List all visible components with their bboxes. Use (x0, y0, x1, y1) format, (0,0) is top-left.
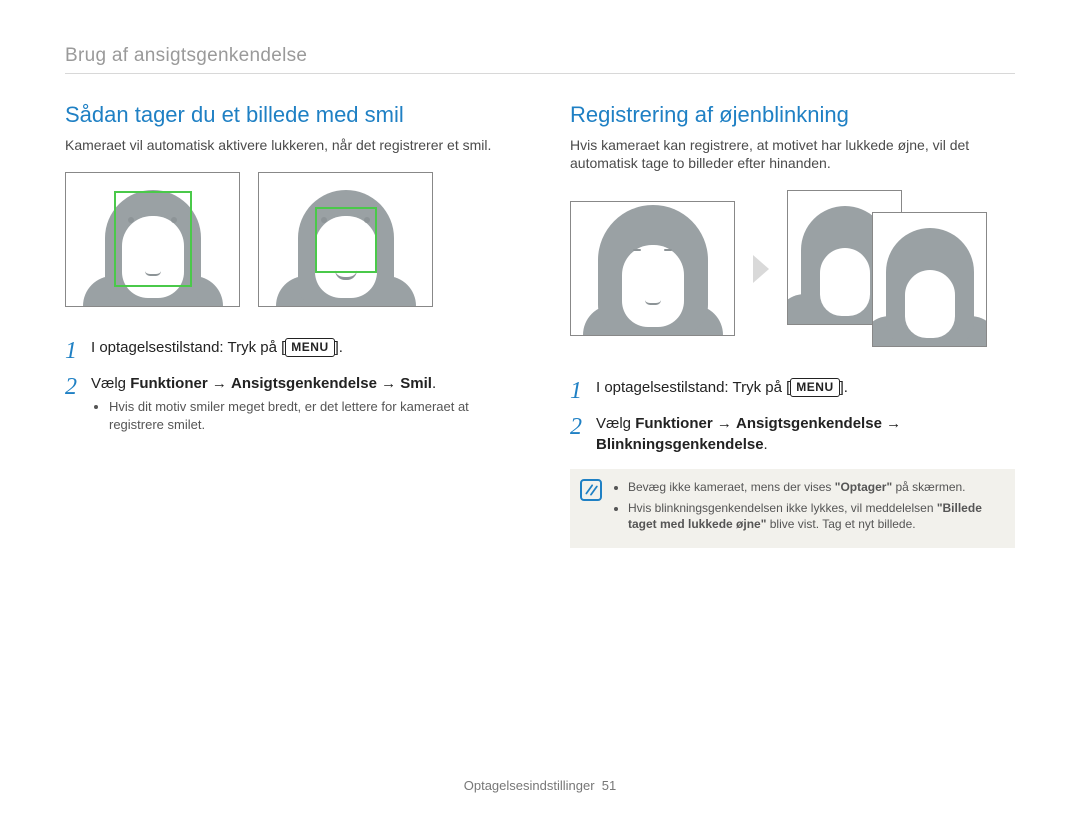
smile-image-row (65, 172, 510, 307)
text: på skærmen. (892, 480, 965, 494)
note-icon (580, 479, 602, 501)
text: I optagelsestilstand: Tryk på [ (91, 339, 285, 356)
note-box: Bevæg ikke kameraet, mens der vises "Opt… (570, 469, 1015, 548)
note-list: Bevæg ikke kameraet, mens der vises "Opt… (628, 479, 1001, 536)
text-bold: Blinkningsgenkendelse (596, 436, 764, 453)
text: blive vist. Tag et nyt billede. (766, 517, 915, 531)
arrow: → (882, 415, 901, 432)
note-item: Hvis blinkningsgenkendelsen ikke lykkes,… (628, 500, 1001, 532)
right-step-2: 2 Vælg Funktioner → Ansigtsgenkendelse →… (570, 413, 1015, 455)
right-column: Registrering af øjenblinkning Hvis kamer… (570, 102, 1015, 548)
text-bold: Ansigtsgenkendelse (736, 415, 882, 432)
text: ]. (840, 379, 848, 396)
text: Vælg (91, 375, 130, 392)
blink-result-2 (872, 212, 987, 347)
text: Bevæg ikke kameraet, mens der vises (628, 480, 835, 494)
left-column: Sådan tager du et billede med smil Kamer… (65, 102, 510, 548)
smile-image-2 (258, 172, 433, 307)
left-steps: 1 I optagelsestilstand: Tryk på [MENU]. … (65, 337, 510, 436)
menu-badge: MENU (285, 338, 334, 357)
left-step-1: 1 I optagelsestilstand: Tryk på [MENU]. (65, 337, 510, 363)
arrow: → (377, 375, 400, 392)
arrow: → (208, 375, 231, 392)
right-steps: 1 I optagelsestilstand: Tryk på [MENU]. … (570, 377, 1015, 455)
breadcrumb: Brug af ansigtsgenkendelse (65, 45, 1015, 74)
arrow-right-icon (753, 255, 769, 283)
step-number: 1 (570, 377, 596, 403)
footer-section-label: Optagelsesindstillinger (464, 778, 595, 793)
left-intro-text: Kameraet vil automatisk aktivere lukkere… (65, 136, 510, 154)
left-step-2-bullets: Hvis dit motiv smiler meget bredt, er de… (109, 398, 510, 433)
left-step-1-body: I optagelsestilstand: Tryk på [MENU]. (91, 337, 510, 358)
left-step-2: 2 Vælg Funktioner → Ansigtsgenkendelse →… (65, 373, 510, 436)
right-section-title: Registrering af øjenblinkning (570, 102, 1015, 128)
bullet-item: Hvis dit motiv smiler meget bredt, er de… (109, 398, 510, 433)
step-number: 2 (65, 373, 91, 399)
right-step-2-body: Vælg Funktioner → Ansigtsgenkendelse → B… (596, 413, 1015, 455)
step-number: 2 (570, 413, 596, 439)
blink-result-stack (787, 190, 987, 347)
left-section-title: Sådan tager du et billede med smil (65, 102, 510, 128)
text: Vælg (596, 415, 635, 432)
blink-image-source (570, 201, 735, 336)
smile-image-1 (65, 172, 240, 307)
text: ]. (335, 339, 343, 356)
text: I optagelsestilstand: Tryk på [ (596, 379, 790, 396)
note-item: Bevæg ikke kameraet, mens der vises "Opt… (628, 479, 1001, 495)
right-step-1: 1 I optagelsestilstand: Tryk på [MENU]. (570, 377, 1015, 403)
right-step-1-body: I optagelsestilstand: Tryk på [MENU]. (596, 377, 1015, 398)
arrow: → (713, 415, 736, 432)
footer-page-number: 51 (602, 778, 616, 793)
menu-badge: MENU (790, 378, 839, 397)
text: . (764, 436, 768, 453)
right-intro-text: Hvis kameraet kan registrere, at motivet… (570, 136, 1015, 172)
content-columns: Sådan tager du et billede med smil Kamer… (65, 102, 1015, 548)
text-bold: Funktioner (130, 375, 208, 392)
blink-image-row (570, 190, 1015, 347)
step-number: 1 (65, 337, 91, 363)
text: . (432, 375, 436, 392)
left-step-2-body: Vælg Funktioner → Ansigtsgenkendelse → S… (91, 373, 510, 436)
page-footer: Optagelsesindstillinger 51 (0, 778, 1080, 793)
text-bold: "Optager" (835, 480, 892, 494)
text: Hvis blinkningsgenkendelsen ikke lykkes,… (628, 501, 937, 515)
text-bold: Funktioner (635, 415, 713, 432)
text-bold: Smil (400, 375, 432, 392)
text-bold: Ansigtsgenkendelse (231, 375, 377, 392)
